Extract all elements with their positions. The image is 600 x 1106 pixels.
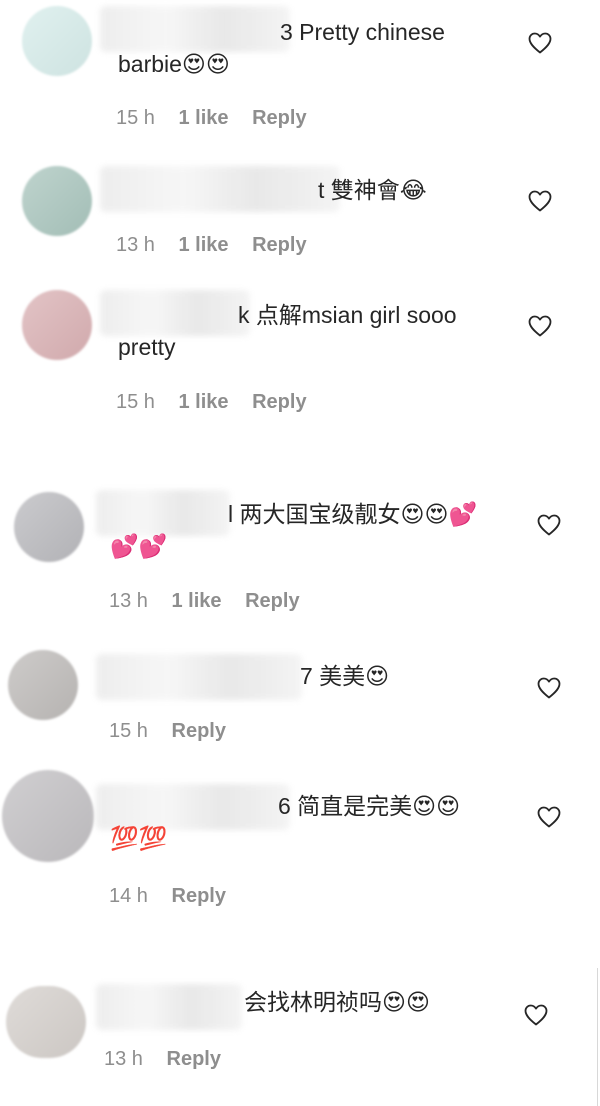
comment-time: 15 h (116, 391, 155, 413)
comment-text: 3 Pretty chinese barbie😍😍 (118, 16, 445, 80)
comment-meta: 15 h Reply (109, 720, 244, 743)
reply-button[interactable]: Reply (172, 720, 226, 742)
comment-text-line1: 7 美美😍 (300, 663, 390, 689)
heart-icon[interactable] (528, 32, 552, 54)
comment-meta: 15 h 1 like Reply (116, 107, 325, 130)
comment-text-line2: 💕💕 (110, 533, 168, 559)
avatar[interactable] (22, 6, 92, 76)
comment-text-line1: 会找林明祯吗😍😍 (244, 989, 430, 1015)
comment-text: 6 简直是完美😍😍 💯💯 (110, 790, 460, 854)
avatar[interactable] (8, 650, 78, 720)
comment-text: 会找林明祯吗😍😍 (244, 986, 430, 1018)
reply-button[interactable]: Reply (252, 234, 306, 256)
heart-icon[interactable] (537, 514, 561, 536)
comment-meta: 13 h 1 like Reply (109, 590, 318, 613)
heart-icon[interactable] (528, 315, 552, 337)
reply-button[interactable]: Reply (252, 391, 306, 413)
comment-text-line1: t 雙神會😂 (318, 177, 427, 203)
comment-meta: 15 h 1 like Reply (116, 391, 325, 414)
comment-time: 14 h (109, 885, 148, 907)
comment-text: 7 美美😍 (300, 660, 389, 692)
reply-button[interactable]: Reply (245, 590, 299, 612)
comment-time: 15 h (116, 107, 155, 129)
username-blurred[interactable] (96, 984, 242, 1030)
comment-text-line1: k 点解msian girl sooo (238, 302, 457, 328)
comment-text-line1: 3 Pretty chinese (280, 19, 445, 45)
comment-time: 13 h (116, 234, 155, 256)
reply-button[interactable]: Reply (172, 885, 226, 907)
comment-meta: 13 h Reply (104, 1048, 239, 1071)
reply-button[interactable]: Reply (252, 107, 306, 129)
heart-icon[interactable] (528, 190, 552, 212)
scrollbar-edge (597, 968, 598, 1106)
comment-text: l 两大国宝级靓女😍😍💕 💕💕 (110, 498, 477, 562)
reply-button[interactable]: Reply (167, 1048, 221, 1070)
avatar[interactable] (14, 492, 84, 562)
comment-meta: 14 h Reply (109, 885, 244, 908)
comment-text-line2: 💯💯 (110, 825, 168, 851)
avatar[interactable] (6, 986, 86, 1058)
avatar[interactable] (2, 770, 94, 862)
username-blurred[interactable] (100, 166, 340, 212)
comment-time: 13 h (109, 590, 148, 612)
heart-icon[interactable] (524, 1004, 548, 1026)
likes-count[interactable]: 1 like (179, 107, 229, 129)
likes-count[interactable]: 1 like (172, 590, 222, 612)
heart-icon[interactable] (537, 806, 561, 828)
comment-text: k 点解msian girl sooo pretty (118, 299, 457, 363)
comment-text-line1: 6 简直是完美😍😍 (278, 793, 461, 819)
avatar[interactable] (22, 166, 92, 236)
heart-icon[interactable] (537, 677, 561, 699)
likes-count[interactable]: 1 like (179, 234, 229, 256)
comment-text-line1: l 两大国宝级靓女😍😍💕 (228, 501, 478, 527)
likes-count[interactable]: 1 like (179, 391, 229, 413)
comment-text: t 雙神會😂 (318, 174, 427, 206)
comment-text-line2: barbie😍😍 (118, 51, 230, 77)
comment-time: 13 h (104, 1048, 143, 1070)
comment-text-line2: pretty (118, 334, 176, 360)
username-blurred[interactable] (96, 654, 302, 700)
comment-time: 15 h (109, 720, 148, 742)
avatar[interactable] (22, 290, 92, 360)
comment-meta: 13 h 1 like Reply (116, 234, 325, 257)
